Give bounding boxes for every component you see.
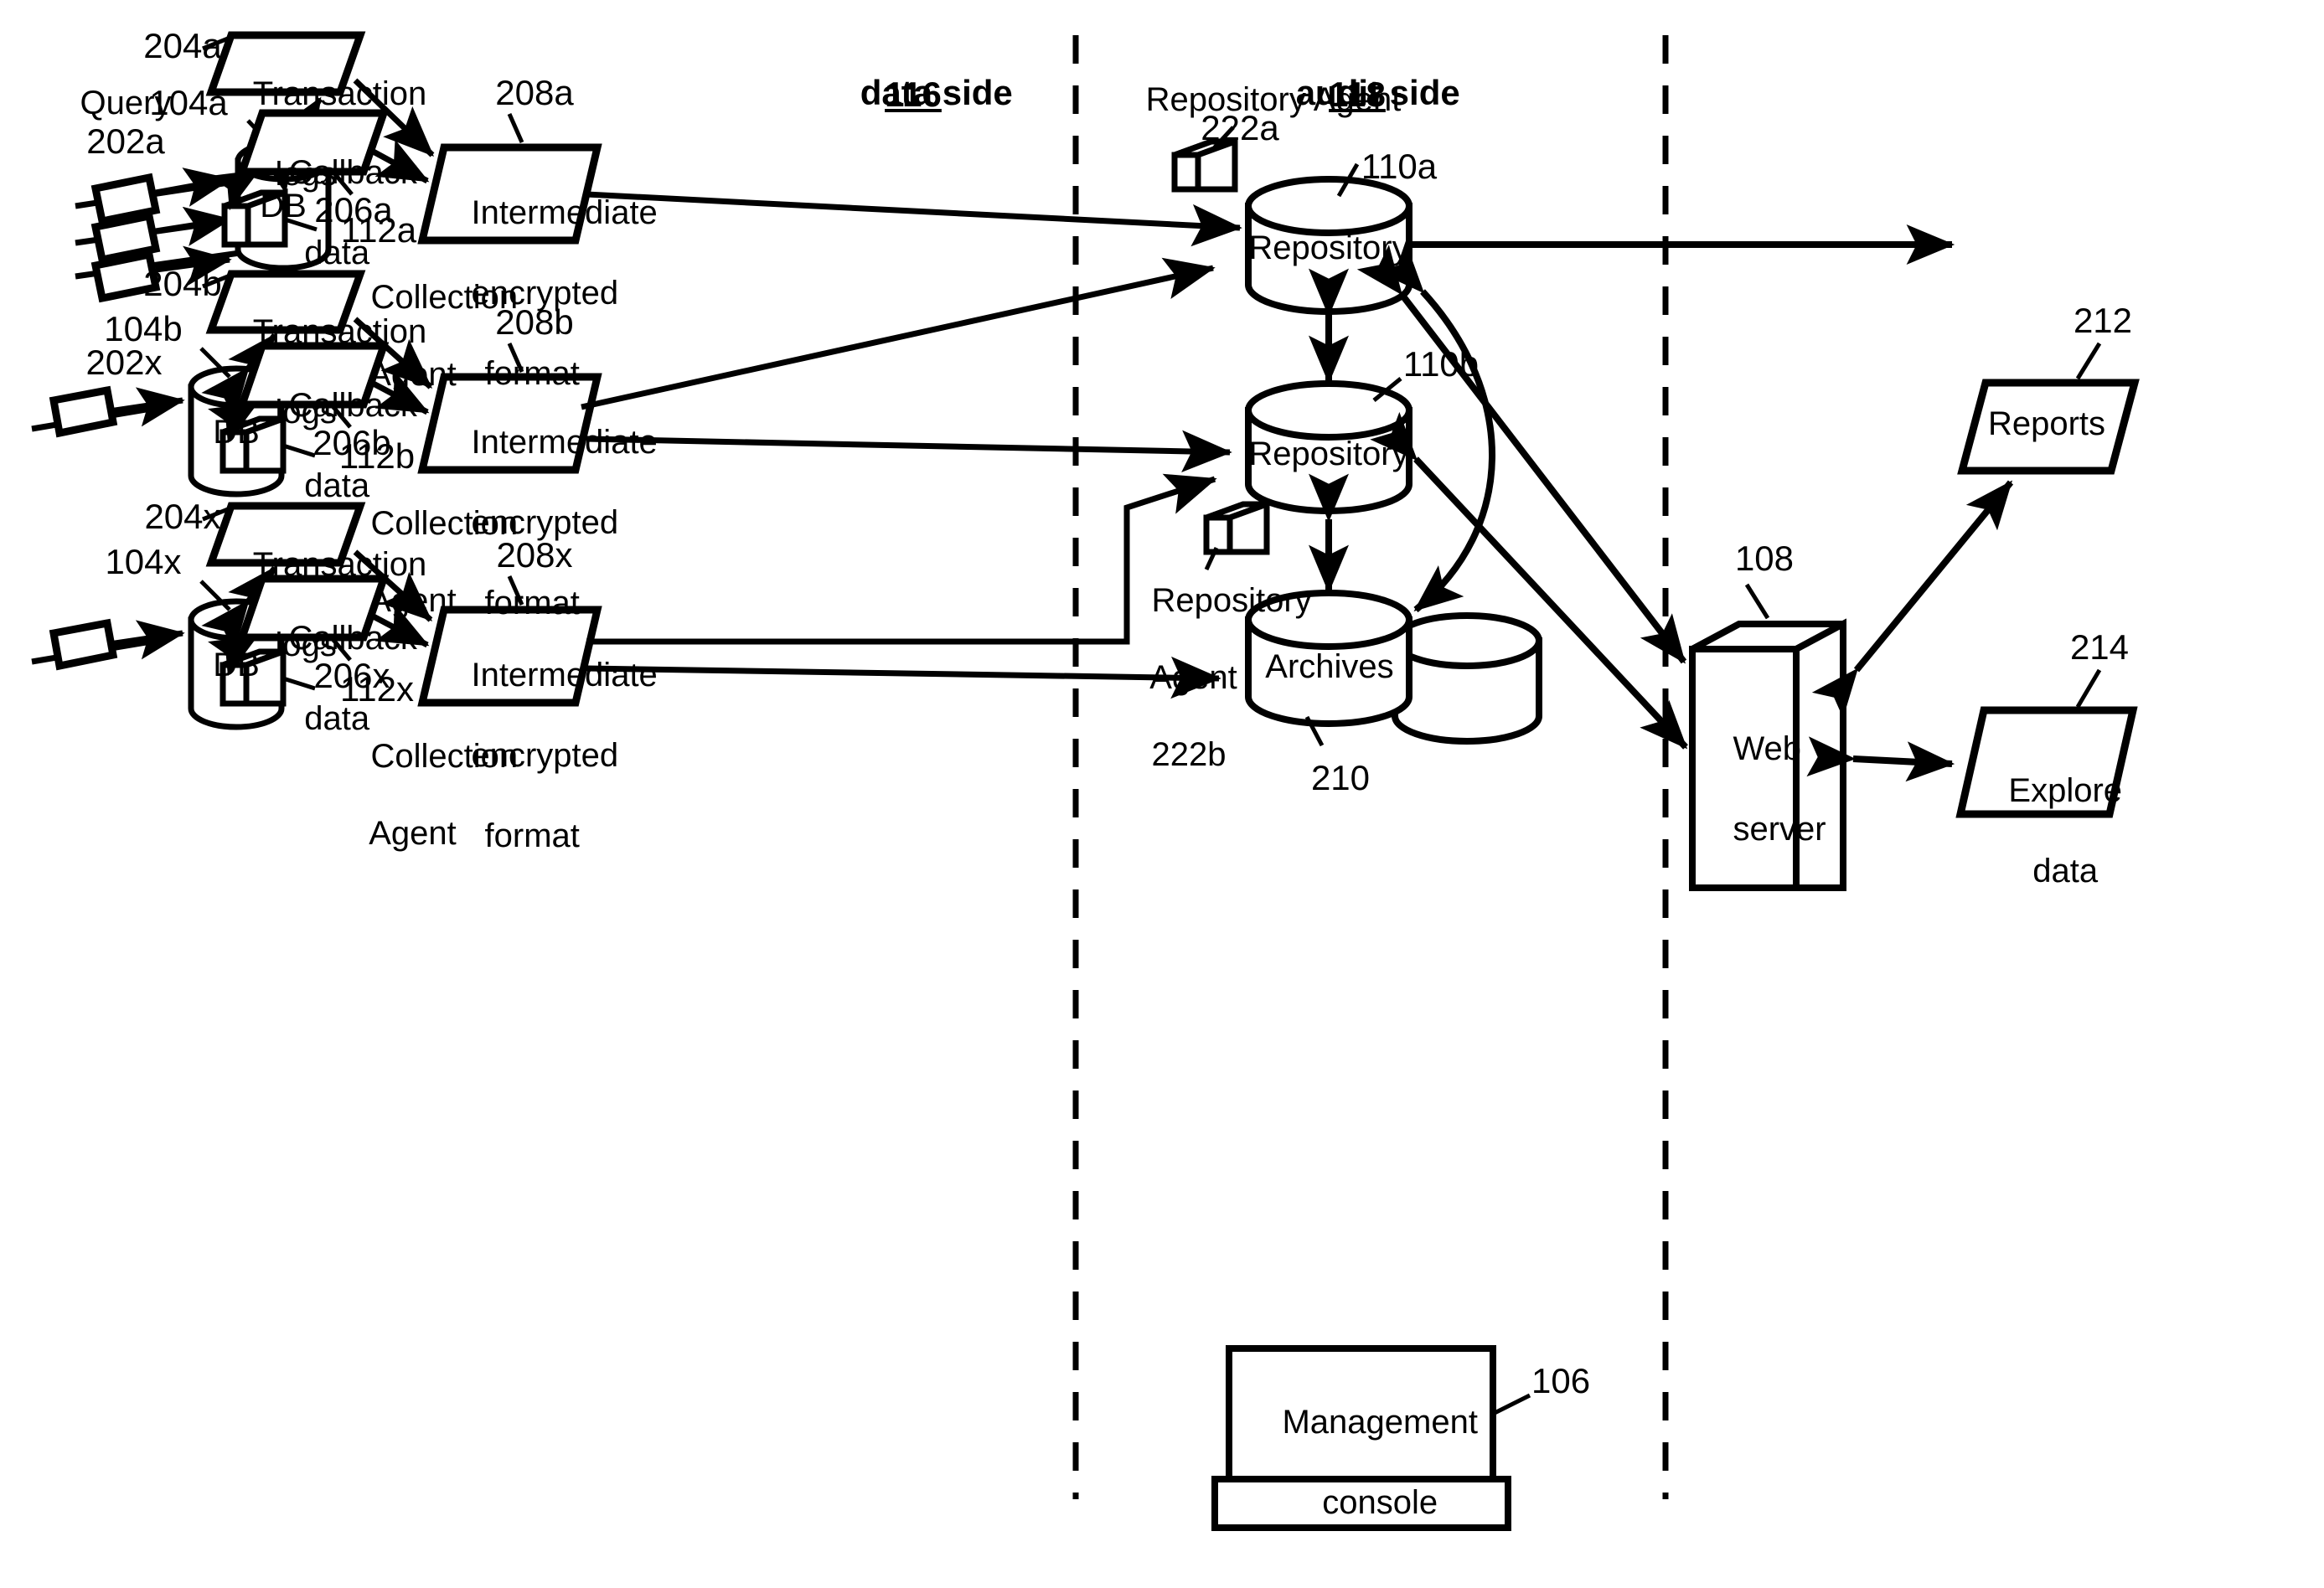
web-server-line1: Web (1733, 730, 1801, 767)
web-server-ref: 108 (1734, 539, 1795, 578)
web-server-text: Web server (1696, 688, 1826, 889)
repository-a-label: Repository (1248, 229, 1409, 266)
collection-agent-line2-x: Agent (369, 815, 457, 852)
management-console-line1: Management (1282, 1404, 1478, 1441)
transaction-logs-ref-204b: 204b (143, 264, 222, 303)
transaction-logs-line1-a: Transaction (252, 75, 427, 112)
repository-agent-b-line2: Agent (1149, 659, 1237, 696)
callback-line1-b: Callback (288, 387, 417, 424)
repo-a-archives-curve (1376, 244, 1495, 613)
callback-ref-206a: 206a (314, 190, 393, 229)
archives-ref: 210 (1310, 758, 1371, 797)
management-console-ref: 106 (1531, 1361, 1591, 1400)
repository-agent-b-line1: Repository (1151, 582, 1312, 619)
query-ref-202a: 202a (86, 121, 165, 161)
db-ref-104x: 104x (105, 542, 182, 581)
management-console-leader (1491, 1393, 1531, 1416)
intermediate-line1-a: Intermediate (471, 194, 658, 231)
db-ref-104b: 104b (104, 309, 183, 348)
intermediate-line1-b: Intermediate (471, 424, 658, 461)
query-packet-x (49, 618, 118, 671)
repository-agent-a-ref: 222a (1201, 108, 1279, 147)
intermediate-to-repository-a (586, 191, 1242, 247)
intermediate-leader-a (507, 112, 524, 144)
management-console-line2: console (1322, 1484, 1438, 1521)
query-ref-202x: 202x (85, 343, 163, 382)
collection-agent-text-x: Collection Agent (333, 699, 518, 891)
web-server-leader (1744, 583, 1770, 620)
reports-ref: 212 (2073, 301, 2133, 340)
repository-b-label: Repository (1248, 436, 1409, 472)
intermediate-ref-208a: 208a (495, 73, 574, 112)
explore-data-text: Explore data (1967, 730, 2126, 931)
intermediate-b-to-repository-a (581, 257, 1216, 410)
transaction-logs-ref-204x: 204x (144, 497, 221, 536)
collection-agent-line1-x: Collection (370, 738, 519, 775)
explore-data-ref: 214 (2069, 627, 2130, 667)
callback-line1-x: Callback (288, 620, 417, 657)
data-side-number: 116 (885, 75, 942, 114)
management-console-text: Management console (1232, 1362, 1491, 1563)
patent-figure: data side 116 audit side 118 Query 202a … (0, 0, 2324, 1588)
callback-ref-206x: 206x (313, 656, 390, 695)
repository-b-ref: 110b (1402, 344, 1480, 384)
repository-a-ref: 110a (1361, 147, 1438, 186)
web-server-explore-link (1806, 736, 1955, 782)
callback-ref-206b: 206b (312, 423, 391, 462)
intermediate-ref-208b: 208b (495, 302, 574, 342)
intermediate-ref-208x: 208x (496, 535, 573, 575)
intermediate-line1-x: Intermediate (471, 657, 658, 693)
callback-line1-a: Callback (288, 154, 417, 191)
intermediate-b-to-repository-b (586, 430, 1232, 472)
archives-label: Archives (1265, 648, 1394, 685)
explore-data-line2: data (2032, 853, 2099, 889)
reports-label: Reports (1987, 405, 2106, 442)
web-server-reports-link (1811, 480, 2014, 719)
web-server-line2: server (1733, 811, 1826, 848)
explore-data-line1: Explore (2008, 772, 2123, 809)
query-packet-b (49, 385, 118, 438)
repository-agent-b-ref: 222b (1151, 736, 1227, 773)
repository-agent-cube-a (1171, 137, 1238, 193)
archives-secondary-cylinder (1392, 612, 1542, 745)
transaction-logs-ref-204a: 204a (143, 26, 222, 65)
reports-leader (2075, 342, 2102, 380)
explore-data-leader (2075, 668, 2102, 709)
